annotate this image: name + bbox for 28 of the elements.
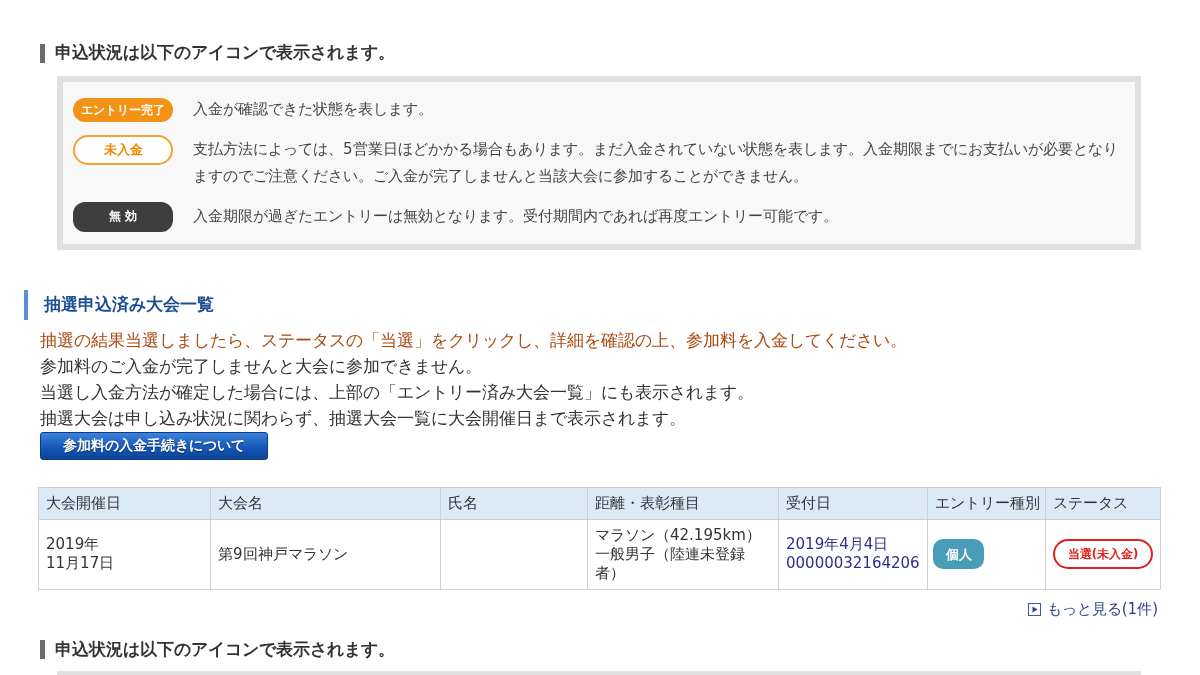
status-description: 支払方法によっては、5営業日ほどかかる場合もあります。まだ入金されていない状態を表します。入金期限までにお支払いが必要となりますのでご注意ください。ご入金が完了しませんと当該大会に参加することができません。	[193, 138, 1119, 187]
more-link[interactable]: もっと見る(1件)	[1046, 600, 1158, 619]
column-header: 受付日	[778, 487, 928, 519]
status-badge[interactable]: 当選(未入金)	[1053, 539, 1153, 569]
info-text: 参加料のご入金が完了しませんと大会に参加できません。	[40, 354, 482, 378]
play-icon	[1027, 603, 1041, 616]
column-header: ステータス	[1045, 487, 1161, 519]
status-description: 入金期限が過ぎたエントリーは無効となります。受付期間内であれば再度エントリー可能です。	[193, 205, 838, 227]
status-badge: エントリー完了	[73, 98, 173, 122]
entry-type-badge: 個人	[933, 539, 984, 569]
payment-procedure-button[interactable]: 参加料の入金手続きについて	[40, 431, 268, 460]
info-text: 抽選大会は申し込み状況に関わらず、抽選大会一覧に大会開催日まで表示されます。	[40, 406, 686, 430]
column-header: 氏名	[440, 487, 588, 519]
column-header: エントリー種別	[927, 487, 1046, 519]
column-header: 距離・表彰種目	[587, 487, 779, 519]
notice-text: 抽選の結果当選しましたら、ステータスの「当選」をクリックし、詳細を確認の上、参加料を入金してください。	[40, 328, 907, 352]
section-heading: 申込状況は以下のアイコンで表示されます。	[55, 638, 395, 661]
status-badge: 無 効	[73, 201, 173, 232]
info-text: 当選し入金方法が確定した場合には、上部の「エントリー済み大会一覧」にも表示されます。	[40, 380, 754, 404]
section-heading: 抽選申込済み大会一覧	[44, 293, 214, 316]
status-description: 入金が確認できた状態を表します。	[193, 99, 433, 120]
table-cell: マラソン（42.195km） 一般男子（陸連未登録者）	[587, 519, 779, 589]
column-header: 大会名	[210, 487, 441, 519]
table-cell: 第9回神戸マラソン	[210, 519, 441, 589]
column-header: 大会開催日	[38, 487, 211, 519]
section-heading: 申込状況は以下のアイコンで表示されます。	[55, 42, 395, 64]
status-badge: 未入金	[73, 134, 173, 165]
table-cell: 2019年 11月17日	[38, 519, 211, 589]
